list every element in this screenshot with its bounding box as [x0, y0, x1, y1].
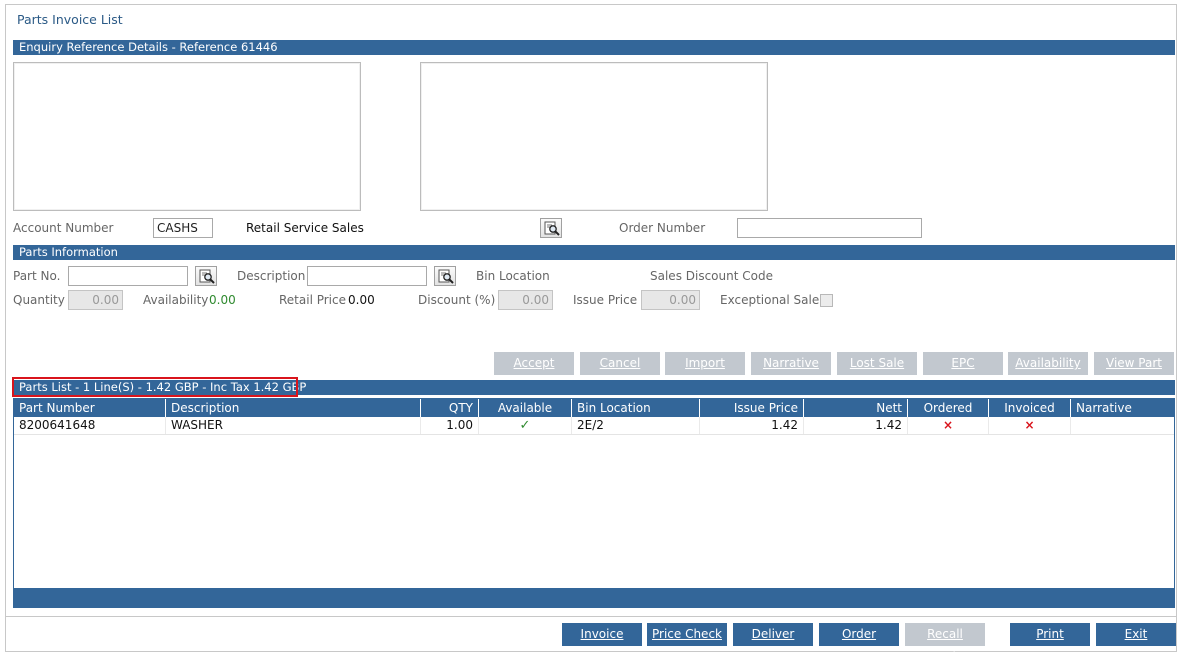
- accept-button[interactable]: Accept: [494, 352, 574, 375]
- print-button[interactable]: Print: [1010, 623, 1090, 646]
- epc-button[interactable]: EPC: [923, 352, 1003, 375]
- lookup-magnifier-icon: [438, 269, 454, 284]
- exceptional-sale-label: Exceptional Sale: [720, 293, 820, 307]
- issue-price-label: Issue Price: [573, 293, 638, 307]
- quantity-input[interactable]: 0.00: [68, 290, 123, 310]
- cell-part-number: 8200641648: [14, 417, 166, 434]
- recall-enquiry-button[interactable]: Recall Enquiry: [905, 623, 985, 664]
- cell-nett: 1.42: [804, 417, 908, 434]
- narrative-button[interactable]: Narrative: [751, 352, 831, 375]
- part-lookup-button[interactable]: [195, 266, 217, 286]
- table-row[interactable]: 8200641648 WASHER 1.00 ✓ 2E/2 1.42 1.42 …: [14, 417, 1174, 435]
- account-number-input[interactable]: CASHS: [153, 218, 213, 238]
- page-title: Parts Invoice List: [17, 12, 123, 27]
- exceptional-sale-checkbox[interactable]: [820, 294, 833, 307]
- cell-bin-location: 2E/2: [572, 417, 700, 434]
- availability-label: Availability: [143, 293, 209, 307]
- column-header-qty[interactable]: QTY: [421, 399, 479, 417]
- account-number-label: Account Number: [13, 221, 114, 235]
- sales-discount-code-label: Sales Discount Code: [650, 269, 773, 283]
- cell-description: WASHER: [166, 417, 421, 434]
- cell-narrative: [1071, 417, 1174, 434]
- deliver-button[interactable]: Deliver: [733, 623, 813, 646]
- column-header-ordered[interactable]: Ordered: [908, 399, 989, 417]
- lost-sale-button[interactable]: Lost Sale: [837, 352, 917, 375]
- parts-list-grid: Part Number Description QTY Available Bi…: [13, 398, 1175, 608]
- issue-price-input[interactable]: 0.00: [641, 290, 700, 310]
- retail-price-label: Retail Price: [279, 293, 346, 307]
- bin-location-label: Bin Location: [476, 269, 550, 283]
- column-header-bin-location[interactable]: Bin Location: [572, 399, 700, 417]
- grid-header-row: Part Number Description QTY Available Bi…: [14, 399, 1174, 417]
- cell-issue-price: 1.42: [700, 417, 804, 434]
- retail-price-value: 0.00: [348, 293, 375, 307]
- divider: [6, 616, 1176, 617]
- description-label: Description: [237, 269, 306, 283]
- parts-list-summary-highlight: [12, 377, 298, 397]
- delivery-address-box: [420, 62, 768, 211]
- column-header-part-number[interactable]: Part Number: [14, 399, 166, 417]
- available-check-icon: ✓: [479, 417, 572, 434]
- order-number-label: Order Number: [619, 221, 706, 235]
- description-lookup-button[interactable]: [434, 266, 456, 286]
- parts-information-header-bar: Parts Information: [13, 245, 1175, 260]
- part-no-label: Part No.: [13, 269, 61, 283]
- exit-button[interactable]: Exit: [1096, 623, 1176, 646]
- view-part-button[interactable]: View Part: [1094, 352, 1174, 375]
- enquiry-header-bar: Enquiry Reference Details - Reference 61…: [13, 40, 1175, 55]
- grid-footer-bar: [14, 588, 1174, 607]
- account-name: Retail Service Sales: [246, 221, 364, 235]
- discount-label: Discount (%): [418, 293, 496, 307]
- column-header-description[interactable]: Description: [166, 399, 421, 417]
- import-button[interactable]: Import: [665, 352, 745, 375]
- column-header-available[interactable]: Available: [479, 399, 572, 417]
- availability-button[interactable]: Availability: [1008, 352, 1088, 375]
- column-header-nett[interactable]: Nett: [804, 399, 908, 417]
- quantity-label: Quantity: [13, 293, 65, 307]
- account-lookup-button[interactable]: [540, 218, 562, 238]
- order-button[interactable]: Order: [819, 623, 899, 646]
- availability-value: 0.00: [209, 293, 236, 307]
- lookup-magnifier-icon: [199, 269, 215, 284]
- ordered-cross-icon: ×: [908, 417, 989, 434]
- column-header-issue-price[interactable]: Issue Price: [700, 399, 804, 417]
- cancel-button[interactable]: Cancel: [580, 352, 660, 375]
- cell-qty: 1.00: [421, 417, 479, 434]
- column-header-invoiced[interactable]: Invoiced: [989, 399, 1071, 417]
- customer-address-box: [13, 62, 361, 211]
- discount-input[interactable]: 0.00: [498, 290, 553, 310]
- part-no-input[interactable]: [68, 266, 188, 286]
- price-check-button[interactable]: Price Check: [647, 623, 727, 646]
- lookup-magnifier-icon: [544, 221, 560, 236]
- order-number-input[interactable]: [737, 218, 922, 238]
- column-header-narrative[interactable]: Narrative: [1071, 399, 1174, 417]
- invoiced-cross-icon: ×: [989, 417, 1071, 434]
- invoice-button[interactable]: Invoice: [562, 623, 642, 646]
- description-input[interactable]: [307, 266, 427, 286]
